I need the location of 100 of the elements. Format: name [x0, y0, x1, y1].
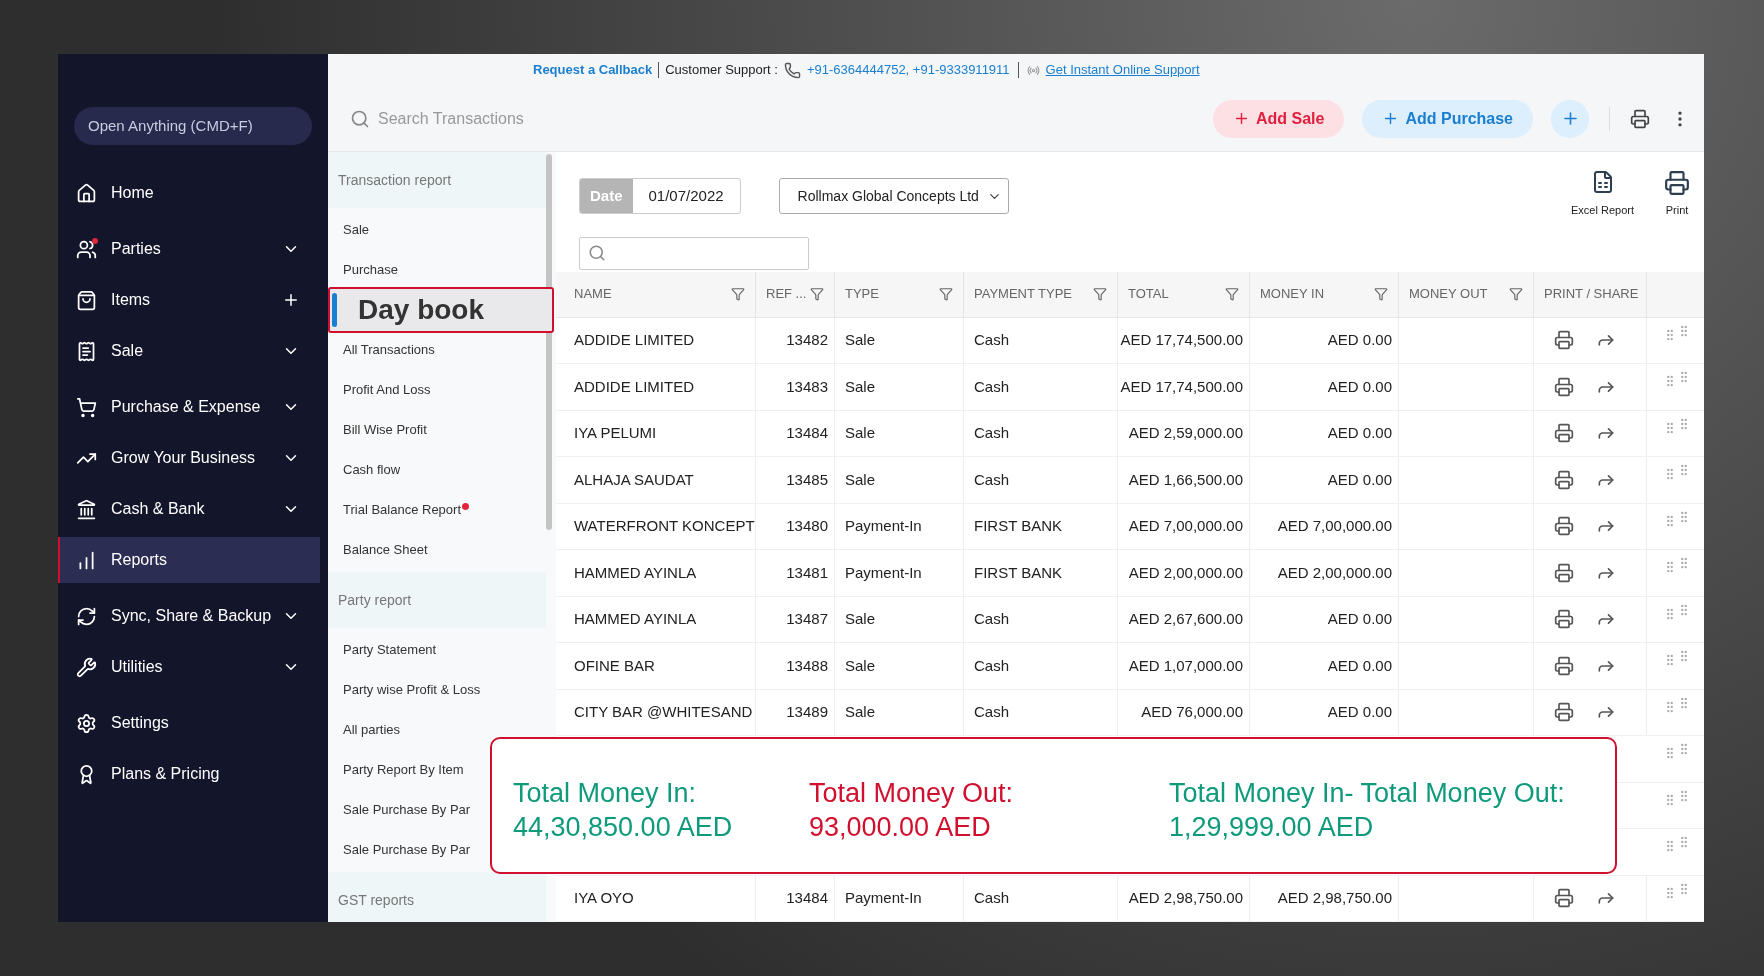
print-icon[interactable]	[1554, 330, 1574, 351]
table-cell: AED 0.00	[1250, 317, 1399, 363]
sidebar-item[interactable]: Utilities	[58, 644, 320, 690]
party-dropdown[interactable]: Rollmax Global Concepts Ltd	[778, 178, 1009, 214]
receipt-icon	[76, 340, 97, 362]
section-header: Transaction report	[328, 152, 546, 208]
print-icon[interactable]	[1554, 516, 1574, 537]
column-header[interactable]: REF ...	[756, 271, 835, 317]
sidebar-item[interactable]: Sale	[58, 328, 320, 374]
section-header: GST reports	[328, 872, 546, 922]
sidebar-item[interactable]: Settings	[58, 700, 320, 746]
filter-icon[interactable]	[1225, 287, 1239, 301]
report-menu-item[interactable]: Sale	[343, 210, 370, 250]
sync-icon	[76, 605, 97, 627]
cart-icon	[76, 396, 97, 418]
report-menu-item[interactable]: All parties	[343, 710, 401, 750]
callback-link[interactable]: Request a Callback	[533, 60, 653, 80]
people-icon	[76, 238, 97, 260]
open-anything-button[interactable]: Open Anything (CMD+F)	[74, 107, 312, 145]
date-value: 01/07/2022	[647, 185, 725, 206]
column-header[interactable]: TOTAL	[1118, 271, 1250, 317]
table-cell: Cash	[964, 689, 1118, 735]
print-icon[interactable]	[1554, 376, 1574, 397]
table-cell: Payment-In	[835, 875, 964, 921]
sidebar-label: Grow Your Business	[111, 448, 257, 468]
add-sale-button[interactable]: Add Sale	[1212, 99, 1345, 138]
sidebar-item[interactable]: Plans & Pricing	[58, 751, 320, 797]
table-cell: AED 1,07,000.00	[1118, 643, 1250, 689]
sidebar-item[interactable]: Cash & Bank	[58, 486, 320, 532]
table-cell: 13480	[756, 503, 835, 549]
table-cell: AED 2,59,000.00	[1118, 410, 1250, 456]
print-icon[interactable]	[1630, 108, 1650, 129]
column-header[interactable]: NAME	[556, 271, 756, 317]
table-cell: FIRST BANK	[964, 503, 1118, 549]
filter-icon[interactable]	[731, 287, 745, 301]
print-icon[interactable]	[1554, 423, 1574, 444]
table-search-field[interactable]	[579, 236, 809, 270]
column-header[interactable]: MONEY IN	[1250, 271, 1399, 317]
report-menu-item[interactable]: Sale Purchase By Par	[343, 790, 471, 830]
report-menu-item[interactable]: Party Report By Item	[343, 750, 464, 790]
sidebar-item[interactable]: Reports	[58, 537, 320, 583]
sidebar-label: Cash & Bank	[111, 499, 206, 519]
signal-icon	[1026, 63, 1040, 77]
excel-report-button[interactable]: Excel Report	[1571, 170, 1634, 219]
filter-icon[interactable]	[1374, 287, 1388, 301]
table-cell: HAMMED AYINLA	[556, 596, 756, 642]
sidebar-item[interactable]: Items	[58, 277, 320, 323]
report-menu-item[interactable]: Day book	[328, 287, 554, 333]
print-icon[interactable]	[1554, 562, 1574, 583]
sidebar-item[interactable]: Home	[58, 170, 320, 216]
sidebar-label: Settings	[111, 713, 170, 733]
table-cell: Sale	[835, 596, 964, 642]
report-menu-item[interactable]: Purchase	[343, 250, 398, 290]
filter-icon[interactable]	[810, 287, 825, 301]
table-cell: Cash	[964, 875, 1118, 921]
sidebar-item[interactable]: Parties	[58, 226, 320, 272]
print-icon[interactable]	[1554, 702, 1574, 723]
sidebar-item[interactable]: Purchase & Expense	[58, 384, 320, 430]
summary-value: 1,29,999.00 AED	[1169, 810, 1375, 844]
column-header[interactable]: PAYMENT TYPE	[964, 271, 1118, 317]
table-cell: CITY BAR @WHITESAND	[556, 689, 756, 735]
table-cell: 13484	[756, 410, 835, 456]
table-cell: Cash	[964, 364, 1118, 410]
table-cell: ADDIDE LIMITED	[556, 317, 756, 363]
printer-icon	[1664, 170, 1690, 196]
table-cell: Cash	[964, 643, 1118, 689]
column-header[interactable]: PRINT / SHARE	[1534, 271, 1647, 317]
table-cell: IYA PELUMI	[556, 410, 756, 456]
print-icon[interactable]	[1554, 469, 1574, 490]
table-cell: Payment-In	[835, 503, 964, 549]
table-cell: ALHAJA SAUDAT	[556, 457, 756, 503]
table-cell: 13485	[756, 457, 835, 503]
report-menu-item[interactable]: Cash flow	[343, 450, 401, 490]
column-header[interactable]: MONEY OUT	[1399, 271, 1534, 317]
online-support-link[interactable]: Get Instant Online Support	[1045, 60, 1200, 80]
report-menu-item[interactable]: Sale Purchase By Par	[343, 830, 471, 870]
filter-icon[interactable]	[939, 287, 953, 301]
report-menu-item[interactable]: All Transactions	[343, 330, 435, 370]
table-cell: AED 0.00	[1250, 596, 1399, 642]
report-menu-item[interactable]: Bill Wise Profit	[343, 410, 427, 450]
report-menu-item[interactable]: Party Statement	[343, 630, 437, 670]
report-menu-item[interactable]: Trial Balance Report	[343, 490, 469, 530]
report-menu-item[interactable]: Balance Sheet	[343, 530, 428, 570]
sidebar-item[interactable]: Grow Your Business	[58, 435, 320, 481]
print-icon[interactable]	[1554, 888, 1574, 909]
print-button[interactable]: Print	[1664, 170, 1690, 219]
date-field[interactable]: Date 01/07/2022	[579, 178, 741, 214]
phone-icon	[783, 61, 801, 79]
add-purchase-button[interactable]: Add Purchase	[1362, 99, 1533, 138]
sidebar-item[interactable]: Sync, Share & Backup	[58, 593, 320, 639]
search-field[interactable]: Search Transactions	[378, 106, 678, 131]
report-menu-item[interactable]: Party wise Profit & Loss	[343, 670, 481, 710]
report-menu-item[interactable]: Profit And Loss	[343, 370, 431, 410]
table-cell: Sale	[835, 364, 964, 410]
filter-icon[interactable]	[1093, 287, 1107, 301]
summary-label: Total Money In:	[513, 776, 698, 810]
print-icon[interactable]	[1554, 609, 1574, 630]
print-icon[interactable]	[1554, 655, 1574, 676]
filter-icon[interactable]	[1509, 287, 1523, 301]
column-header[interactable]: TYPE	[835, 271, 964, 317]
